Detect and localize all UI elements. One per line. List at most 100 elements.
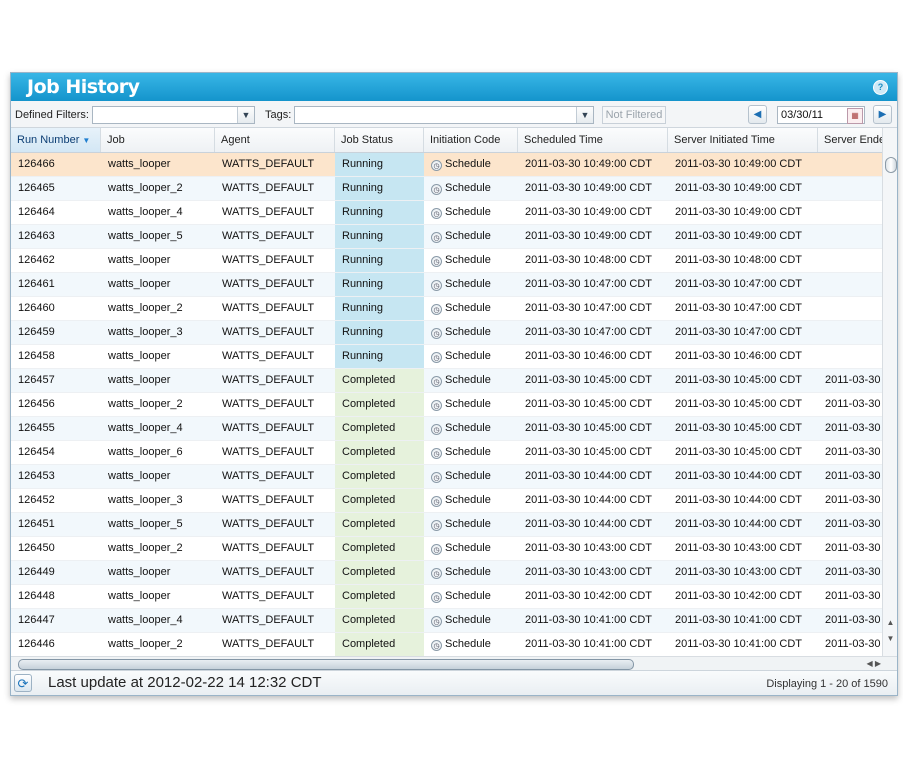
scroll-left-icon[interactable]: ◀ [866, 659, 872, 668]
help-icon[interactable]: ? [873, 80, 888, 95]
table-row[interactable]: 126450 watts_looper_2 WATTS_DEFAULT Complet… [11, 537, 882, 561]
cell-job: watts_looper [108, 254, 171, 266]
table-row[interactable]: 126448 watts_looper WATTS_DEFAULT Completed… [11, 585, 882, 609]
cell-server-ended [818, 201, 882, 224]
cell-initiation-code: ◷ Schedule [424, 609, 518, 632]
cell-agent: WATTS_DEFAULT [222, 398, 315, 410]
cell-job-status: Running [335, 225, 424, 248]
chevron-right-icon[interactable]: ▶ [873, 105, 892, 124]
table-row[interactable]: 126454 watts_looper_6 WATTS_DEFAULT Complet… [11, 441, 882, 465]
table-row[interactable]: 126463 watts_looper_5 WATTS_DEFAULT Running… [11, 225, 882, 249]
cell-scheduled-time: 2011-03-30 10:49:00 CDT [525, 182, 652, 194]
cell-job: watts_looper_3 [108, 326, 183, 338]
clock-icon: ◷ [431, 376, 442, 387]
vertical-scroll-thumb[interactable] [885, 157, 897, 173]
cell-job: watts_looper [108, 566, 171, 578]
cell-server-ended: 2011-03-30 [825, 422, 881, 434]
column-header-job-status[interactable]: Job Status [335, 128, 424, 152]
chevron-down-icon[interactable]: ▼ [237, 107, 254, 123]
scroll-up-icon[interactable]: ▲ [885, 618, 896, 627]
table-row[interactable]: 126460 watts_looper_2 WATTS_DEFAULT Running… [11, 297, 882, 321]
table-row[interactable]: 126446 watts_looper_2 WATTS_DEFAULT Complet… [11, 633, 882, 656]
cell-server-initiated-time: 2011-03-30 10:45:00 CDT [675, 446, 802, 458]
table-row[interactable]: 126465 watts_looper_2 WATTS_DEFAULT Running… [11, 177, 882, 201]
table-row[interactable]: 126455 watts_looper_4 WATTS_DEFAULT Complet… [11, 417, 882, 441]
cell-initiation-code: ◷ Schedule [424, 321, 518, 344]
horizontal-scroll-thumb[interactable] [18, 659, 634, 670]
cell-server-initiated-time: 2011-03-30 10:41:00 CDT [675, 614, 802, 626]
cell-job-status: Running [335, 201, 424, 224]
cell-server-initiated-time: 2011-03-30 10:47:00 CDT [675, 302, 802, 314]
cell-job: watts_looper [108, 590, 171, 602]
column-header-scheduled-time[interactable]: Scheduled Time [518, 128, 668, 152]
cell-agent: WATTS_DEFAULT [222, 566, 315, 578]
not-filtered-button[interactable]: Not Filtered [602, 106, 666, 124]
horizontal-scrollbar[interactable]: ◀ ▶ [11, 656, 897, 671]
table-row[interactable]: 126459 watts_looper_3 WATTS_DEFAULT Running… [11, 321, 882, 345]
cell-run-number: 126450 [18, 542, 55, 554]
last-update-text: Last update at 2012-02-22 14 12:32 CDT [48, 674, 322, 691]
chevron-left-icon[interactable]: ◀ [748, 105, 767, 124]
vertical-scrollbar[interactable]: ▲ ▼ [882, 128, 897, 656]
cell-agent: WATTS_DEFAULT [222, 350, 315, 362]
table-row[interactable]: 126447 watts_looper_4 WATTS_DEFAULT Complet… [11, 609, 882, 633]
cell-server-initiated-time: 2011-03-30 10:49:00 CDT [675, 182, 802, 194]
horizontal-scroll-arrows[interactable]: ◀ ▶ [866, 657, 881, 671]
table-row[interactable]: 126464 watts_looper_4 WATTS_DEFAULT Running… [11, 201, 882, 225]
table-row[interactable]: 126457 watts_looper WATTS_DEFAULT Completed… [11, 369, 882, 393]
table-row[interactable]: 126456 watts_looper_2 WATTS_DEFAULT Complet… [11, 393, 882, 417]
clock-icon: ◷ [431, 520, 442, 531]
cell-job-status: Running [335, 297, 424, 320]
cell-scheduled-time: 2011-03-30 10:45:00 CDT [525, 446, 652, 458]
cell-server-ended [818, 177, 882, 200]
column-header-initiation-code[interactable]: Initiation Code [424, 128, 518, 152]
cell-server-ended: 2011-03-30 [825, 374, 881, 386]
cell-initiation-code: ◷ Schedule [424, 249, 518, 272]
cell-server-initiated-time: 2011-03-30 10:49:00 CDT [675, 230, 802, 242]
table-row[interactable]: 126462 watts_looper WATTS_DEFAULT Running ◷ S… [11, 249, 882, 273]
cell-server-ended: 2011-03-30 [825, 494, 881, 506]
scroll-down-icon[interactable]: ▼ [885, 634, 896, 643]
calendar-icon[interactable]: ▦ [847, 108, 863, 124]
cell-scheduled-time: 2011-03-30 10:45:00 CDT [525, 422, 652, 434]
grid-body: 126466 watts_looper WATTS_DEFAULT Running ◷ S… [11, 153, 882, 656]
refresh-icon[interactable]: ⟳ [14, 674, 32, 692]
cell-server-ended: 2011-03-30 [825, 590, 881, 602]
table-row[interactable]: 126452 watts_looper_3 WATTS_DEFAULT Complet… [11, 489, 882, 513]
clock-icon: ◷ [431, 160, 442, 171]
cell-run-number: 126455 [18, 422, 55, 434]
tags-select[interactable]: ▼ [294, 106, 594, 124]
window-title: Job History [27, 76, 140, 98]
table-row[interactable]: 126453 watts_looper WATTS_DEFAULT Completed… [11, 465, 882, 489]
cell-job: watts_looper_4 [108, 614, 183, 626]
cell-job-status: Completed [335, 561, 424, 584]
cell-agent: WATTS_DEFAULT [222, 638, 315, 650]
cell-job: watts_looper [108, 278, 171, 290]
cell-job: watts_looper [108, 350, 171, 362]
table-row[interactable]: 126461 watts_looper WATTS_DEFAULT Running ◷ S… [11, 273, 882, 297]
cell-scheduled-time: 2011-03-30 10:44:00 CDT [525, 494, 652, 506]
clock-icon: ◷ [431, 472, 442, 483]
date-field[interactable]: 03/30/11 ▦ [777, 106, 865, 124]
clock-icon: ◷ [431, 568, 442, 579]
cell-initiation-code: ◷ Schedule [424, 489, 518, 512]
table-row[interactable]: 126466 watts_looper WATTS_DEFAULT Running ◷ S… [11, 153, 882, 177]
cell-server-ended [818, 273, 882, 296]
table-row[interactable]: 126451 watts_looper_5 WATTS_DEFAULT Complet… [11, 513, 882, 537]
table-row[interactable]: 126458 watts_looper WATTS_DEFAULT Running ◷ S… [11, 345, 882, 369]
column-header-run-number[interactable]: Run Number ▼ [11, 128, 101, 152]
cell-initiation-code: ◷ Schedule [424, 465, 518, 488]
chevron-down-icon[interactable]: ▼ [576, 107, 593, 123]
cell-server-ended [818, 321, 882, 344]
column-header-server-initiated-time[interactable]: Server Initiated Time [668, 128, 818, 152]
cell-server-initiated-time: 2011-03-30 10:44:00 CDT [675, 518, 802, 530]
cell-server-initiated-time: 2011-03-30 10:43:00 CDT [675, 566, 802, 578]
cell-job-status: Running [335, 249, 424, 272]
scroll-right-icon[interactable]: ▶ [875, 659, 881, 668]
defined-filters-select[interactable]: ▼ [92, 106, 255, 124]
table-row[interactable]: 126449 watts_looper WATTS_DEFAULT Completed… [11, 561, 882, 585]
cell-job-status: Completed [335, 393, 424, 416]
cell-server-ended [818, 345, 882, 368]
column-header-agent[interactable]: Agent [215, 128, 335, 152]
column-header-job[interactable]: Job [101, 128, 215, 152]
